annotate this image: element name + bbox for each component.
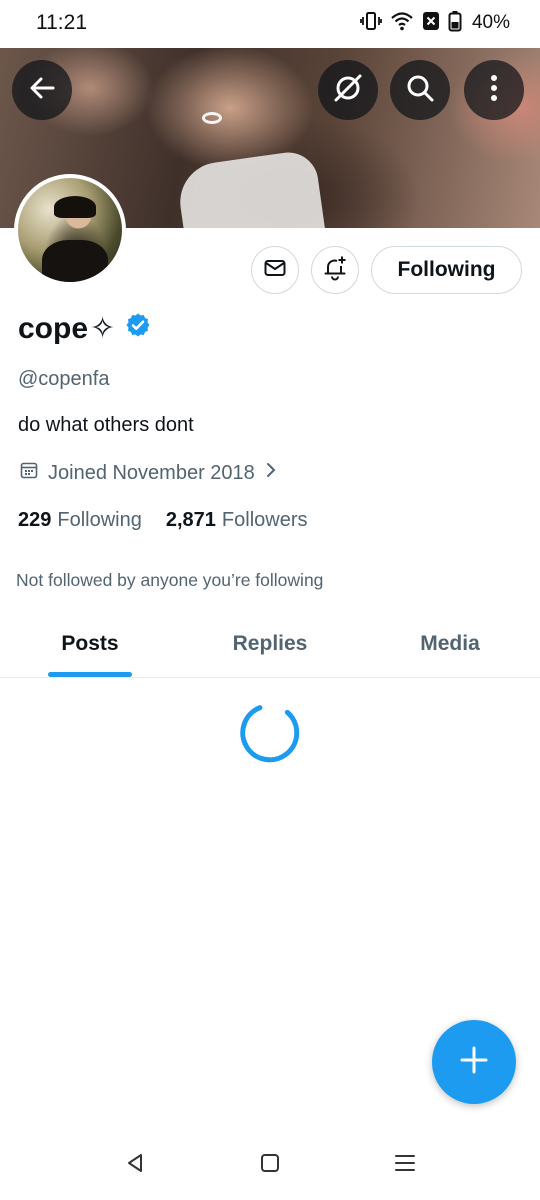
verified-badge-icon[interactable] (125, 312, 151, 346)
nav-recents-button[interactable] (390, 1150, 420, 1180)
status-icons: 40% (360, 10, 510, 36)
tab-media[interactable]: Media (360, 610, 540, 678)
tab-posts[interactable]: Posts (0, 610, 180, 678)
tab-replies[interactable]: Replies (180, 610, 360, 678)
notification-bell-plus-icon (322, 255, 348, 286)
no-sim-icon (422, 10, 440, 37)
active-tab-indicator (48, 672, 132, 677)
followers-label: Followers (221, 509, 308, 531)
follow-stats: 229 Following 2,871 Followers (18, 509, 308, 532)
wifi-icon (390, 10, 414, 37)
banner-detail (175, 148, 325, 228)
message-icon (263, 256, 287, 285)
status-bar: 11:21 40% (0, 0, 540, 48)
plus-icon (459, 1045, 489, 1080)
more-options-button[interactable] (464, 60, 524, 120)
username-handle: @copenfa (18, 368, 110, 390)
followers-count: 2,871 (165, 509, 216, 531)
joined-date-row[interactable]: Joined November 2018 (20, 461, 277, 485)
display-name-text: cope (18, 311, 89, 345)
following-stat[interactable]: 229 Following (18, 509, 142, 532)
followed-by-text: Not followed by anyone you’re following (16, 570, 324, 590)
compose-post-button[interactable] (432, 1020, 516, 1104)
avatar-detail (54, 196, 96, 218)
status-time: 11:21 (36, 11, 87, 34)
search-icon (405, 73, 435, 108)
sparkle-emoji: ✧ (90, 312, 116, 345)
nav-home-button[interactable] (255, 1150, 285, 1180)
joined-date: Joined November 2018 (48, 461, 255, 484)
more-vertical-icon (490, 74, 498, 107)
message-button[interactable] (251, 246, 299, 294)
profile-bio: do what others dont (18, 414, 194, 436)
profile-tabs: Posts Replies Media (0, 610, 540, 678)
display-name: cope ✧ (18, 311, 151, 346)
banner-ring (202, 112, 222, 124)
battery-icon (448, 10, 462, 37)
following-count: 229 (18, 509, 52, 531)
followers-stat[interactable]: 2,871 Followers (166, 509, 308, 532)
back-arrow-icon (27, 73, 57, 108)
nav-home-icon (260, 1153, 280, 1178)
battery-percent: 40% (471, 12, 510, 33)
chevron-right-icon (265, 461, 277, 485)
vibrate-icon (360, 10, 382, 37)
search-button[interactable] (390, 60, 450, 120)
back-button[interactable] (12, 60, 72, 120)
nav-recents-icon (394, 1153, 416, 1178)
following-button[interactable]: Following (371, 246, 522, 294)
notifications-button[interactable] (311, 246, 359, 294)
calendar-icon (20, 461, 38, 485)
following-label: Following (57, 509, 142, 531)
nav-back-icon (124, 1152, 146, 1179)
grok-icon (332, 72, 364, 109)
avatar-detail-body (42, 240, 108, 282)
grok-button[interactable] (318, 60, 378, 120)
loading-spinner-icon (240, 703, 300, 763)
nav-back-button[interactable] (120, 1150, 150, 1180)
system-nav-bar (0, 1128, 540, 1200)
avatar[interactable] (14, 174, 126, 286)
